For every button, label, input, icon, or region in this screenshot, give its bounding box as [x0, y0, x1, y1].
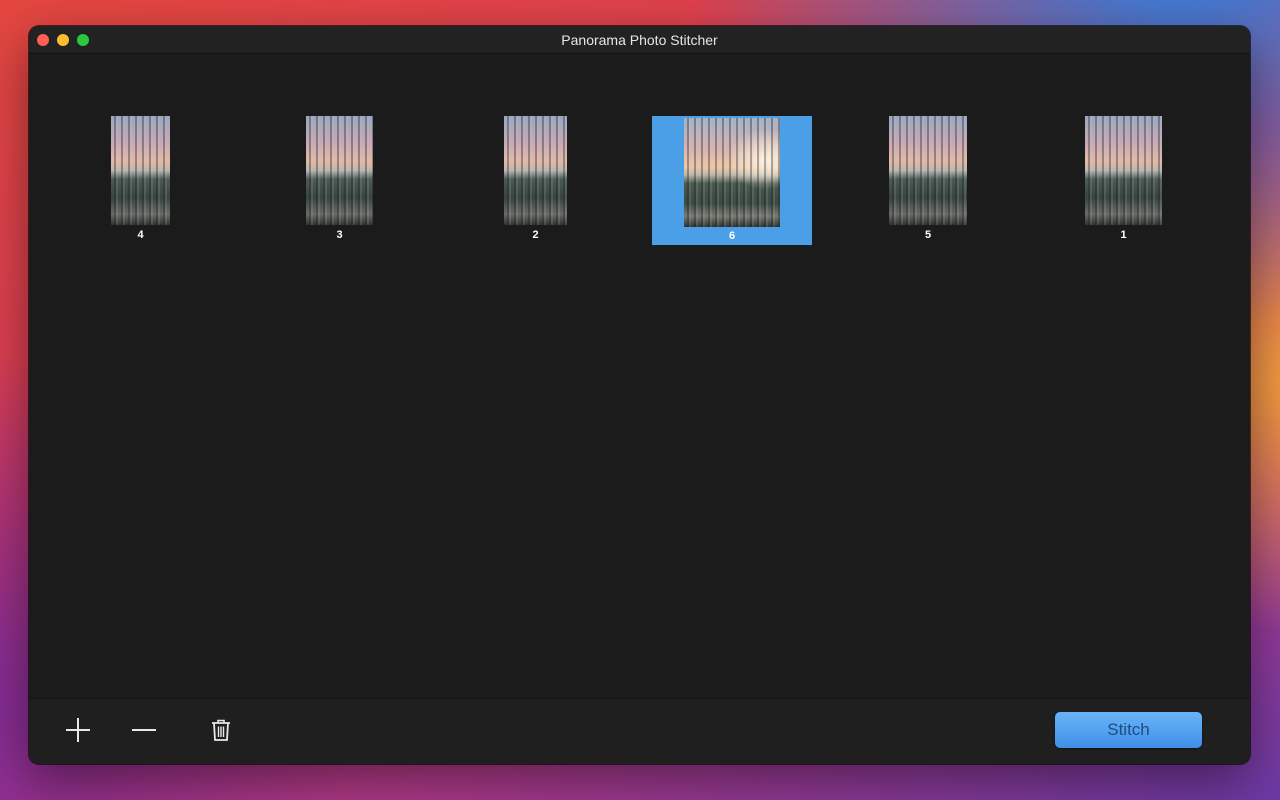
plus-icon — [66, 718, 90, 742]
photo-label: 4 — [137, 229, 144, 241]
minus-icon — [132, 729, 156, 731]
stitch-button[interactable]: Stitch — [1055, 712, 1202, 748]
photo-image — [1085, 116, 1162, 225]
photo-thumbnail[interactable]: 3 — [306, 116, 373, 242]
photo-label: 5 — [924, 229, 932, 241]
photo-image — [306, 116, 373, 225]
photo-label: 3 — [336, 229, 343, 241]
photo-grid: 4 3 2 6 5 1 — [29, 53, 1250, 725]
photo-thumbnail[interactable]: 5 — [889, 116, 967, 242]
photo-label: 6 — [728, 230, 736, 242]
add-photo-button[interactable] — [63, 715, 93, 745]
bottom-toolbar: Stitch — [29, 698, 1250, 764]
photo-image — [504, 116, 567, 225]
photo-thumbnail[interactable]: 1 — [1085, 116, 1162, 242]
app-window: Panorama Photo Stitcher 4 3 2 6 5 1 Stit… — [29, 26, 1250, 764]
title-bar: Panorama Photo Stitcher — [29, 26, 1250, 54]
photo-label: 2 — [532, 229, 539, 241]
photo-label: 1 — [1120, 229, 1127, 241]
trash-icon — [212, 719, 230, 741]
photo-image — [889, 116, 967, 225]
window-title: Panorama Photo Stitcher — [561, 32, 718, 48]
photo-image — [684, 118, 780, 227]
remove-photo-button[interactable] — [129, 715, 159, 745]
photo-thumbnail[interactable]: 4 — [111, 116, 170, 242]
photo-thumbnail[interactable]: 2 — [504, 116, 567, 242]
photo-thumbnail-selected[interactable]: 6 — [652, 116, 812, 245]
delete-all-button[interactable] — [206, 715, 236, 745]
photo-image — [111, 116, 170, 225]
